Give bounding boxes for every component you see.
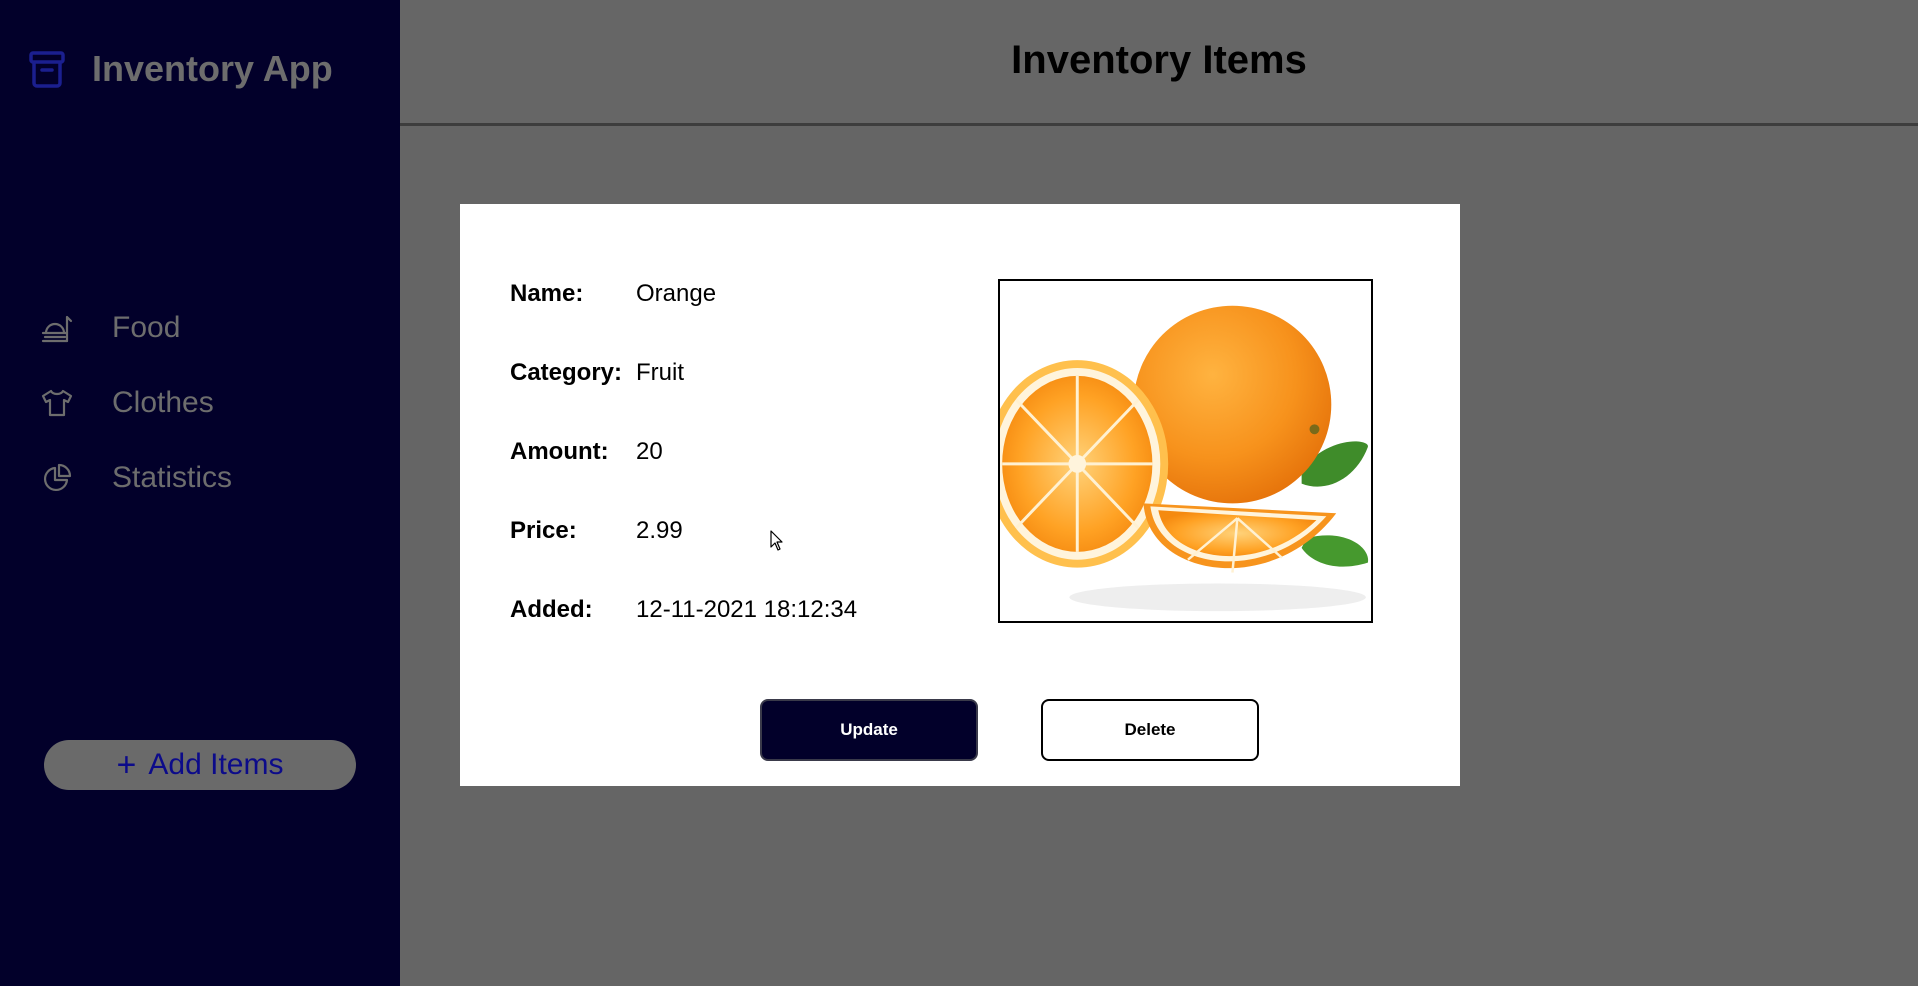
page-header: Inventory Items (400, 0, 1918, 126)
delete-button[interactable]: Delete (1041, 699, 1259, 761)
field-amount: Amount: 20 (510, 438, 663, 466)
field-value: Orange (636, 280, 717, 307)
shirt-icon (41, 389, 73, 416)
field-label: Added: (510, 596, 593, 623)
field-price: Price: 2.99 (510, 517, 683, 545)
field-value: 2.99 (636, 517, 683, 544)
sidebar-item-food[interactable]: Food (40, 290, 232, 365)
page-title: Inventory Items (1011, 38, 1307, 82)
add-items-button[interactable]: + Add Items (44, 740, 356, 790)
item-detail-card: Name: Orange Category: Fruit Amount: 20 … (460, 204, 1460, 786)
sidebar: Inventory App Food Clothes Statistics + … (0, 0, 400, 986)
archive-box-icon (29, 51, 65, 88)
app-title: Inventory App (92, 48, 333, 89)
add-items-label: Add Items (148, 748, 284, 781)
field-category: Category: Fruit (510, 359, 684, 387)
field-label: Category: (510, 359, 623, 386)
field-label: Price: (510, 517, 577, 544)
field-label: Amount: (510, 438, 609, 465)
sidebar-item-label: Food (112, 310, 181, 344)
field-value: 12-11-2021 18:12:34 (636, 596, 858, 623)
field-added: Added: 12-11-2021 18:12:34 (510, 596, 857, 624)
field-value: 20 (636, 438, 663, 465)
orange-fruit-image (1000, 281, 1371, 621)
update-button[interactable]: Update (760, 699, 978, 761)
sidebar-item-label: Statistics (112, 460, 233, 494)
sidebar-item-clothes[interactable]: Clothes (40, 365, 232, 440)
sidebar-item-statistics[interactable]: Statistics (40, 440, 232, 515)
item-image (998, 279, 1373, 623)
sidebar-nav: Food Clothes Statistics (40, 290, 232, 515)
pie-chart-icon (43, 463, 72, 491)
plus-icon: + (116, 746, 137, 784)
food-tray-icon (41, 315, 73, 342)
mouse-cursor-icon (770, 530, 783, 551)
sidebar-item-label: Clothes (112, 385, 214, 419)
field-name: Name: Orange (510, 280, 716, 308)
field-label: Name: (510, 280, 584, 307)
field-value: Fruit (636, 359, 684, 386)
brand[interactable]: Inventory App (28, 48, 333, 90)
